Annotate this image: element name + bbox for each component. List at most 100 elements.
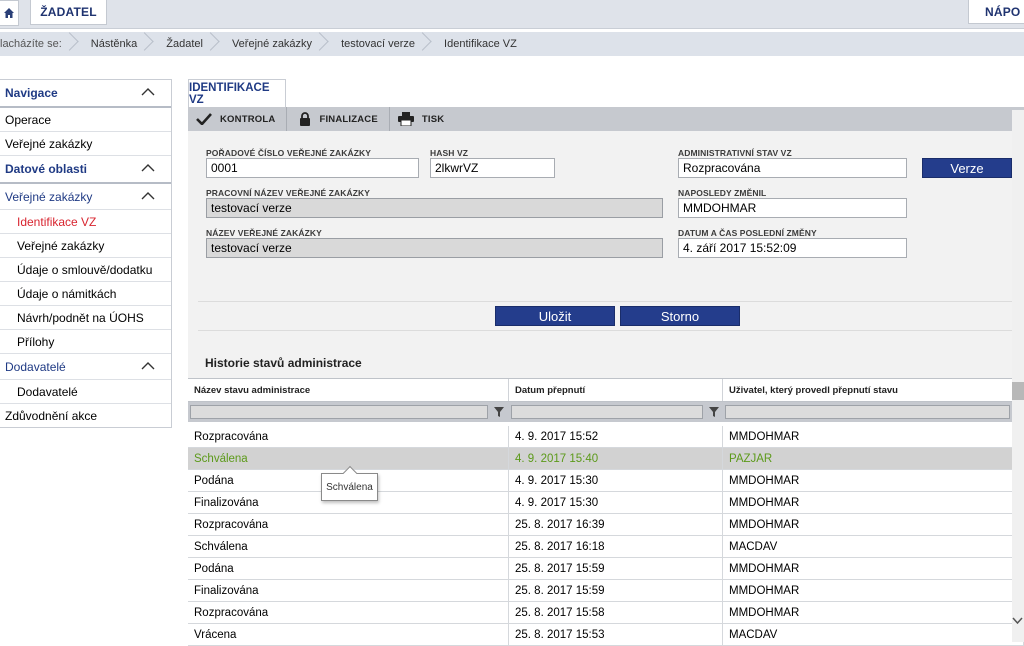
tisk-button[interactable]: TISK [390, 107, 455, 131]
finalizace-label: FINALIZACE [319, 113, 378, 125]
vertical-scrollbar[interactable] [1012, 110, 1024, 642]
verze-button[interactable]: Verze [922, 158, 1012, 178]
breadcrumb: lacházíte se: Nástěnka Žadatel Veřejné z… [0, 32, 1024, 56]
poradove-cislo-field[interactable]: 0001 [206, 158, 419, 178]
cell-uzivatel: MMDOHMAR [723, 580, 1024, 601]
table-row[interactable]: Rozpracována 25. 8. 2017 16:39 MMDOHMAR [188, 514, 1024, 536]
table-row[interactable]: Rozpracována 25. 8. 2017 15:58 MMDOHMAR [188, 602, 1024, 624]
hash-vz-label: HASH VZ [430, 148, 469, 158]
sidebar-item-operace[interactable]: Operace [0, 108, 171, 132]
sidebar-group-label: Veřejné zakázky [5, 189, 93, 204]
nazev-vz-field[interactable]: testovací verze [206, 238, 663, 258]
filter-icon[interactable] [708, 406, 720, 418]
filter-cell [723, 402, 1024, 422]
sidebar-item-navrh-podnet[interactable]: Návrh/podnět na ÚOHS [0, 306, 171, 330]
cell-stav: Podána [188, 558, 509, 579]
checkmark-icon [196, 113, 212, 125]
pracovni-nazev-label: PRACOVNÍ NÁZEV VEŘEJNÉ ZAKÁZKY [206, 188, 371, 198]
datum-zmeny-label: DATUM A ČAS POSLEDNÍ ZMĚNY [678, 228, 817, 238]
home-button[interactable] [0, 0, 19, 26]
ulozit-button[interactable]: Uložit [495, 306, 615, 326]
table-row[interactable]: Vrácena 25. 8. 2017 15:53 MACDAV [188, 624, 1024, 646]
breadcrumb-item-identifikace-vz[interactable]: Identifikace VZ [433, 32, 535, 56]
filter-cell [188, 402, 509, 422]
tooltip: Schválena [321, 473, 378, 501]
cell-uzivatel: PAZJAR [723, 448, 1024, 469]
breadcrumb-item-nastenka[interactable]: Nástěnka [80, 32, 155, 56]
cell-datum: 25. 8. 2017 16:18 [509, 536, 723, 557]
filter-input-datum[interactable] [511, 405, 703, 419]
printer-icon [397, 112, 414, 126]
cell-datum: 25. 8. 2017 15:58 [509, 602, 723, 623]
naposledy-zmenil-field[interactable]: MMDOHMAR [678, 198, 907, 218]
chevron-up-icon[interactable] [141, 85, 155, 99]
tab-identifikace-vz[interactable]: IDENTIFIKACE VZ [188, 79, 286, 107]
sidebar-item-udaje-o-smlouve[interactable]: Údaje o smlouvě/dodatku [0, 258, 171, 282]
cell-datum: 4. 9. 2017 15:52 [509, 426, 723, 447]
table-row[interactable]: Finalizována 4. 9. 2017 15:30 MMDOHMAR [188, 492, 1024, 514]
poradove-cislo-label: POŘADOVÉ ČÍSLO VEŘEJNÉ ZAKÁZKY [206, 148, 371, 158]
filter-input-nazev[interactable] [190, 405, 488, 419]
cell-stav: Rozpracována [188, 602, 509, 623]
finalizace-button[interactable]: FINALIZACE [287, 107, 390, 131]
filter-icon[interactable] [493, 406, 505, 418]
breadcrumb-item-verejne-zakazky[interactable]: Veřejné zakázky [221, 32, 330, 56]
table-row[interactable]: Podána 25. 8. 2017 15:59 MMDOHMAR [188, 558, 1024, 580]
breadcrumb-prefix: lacházíte se: [0, 32, 80, 56]
sidebar-item-prilohy[interactable]: Přílohy [0, 330, 171, 354]
action-toolbar: KONTROLA FINALIZACE TISK [188, 107, 1024, 131]
storno-button[interactable]: Storno [620, 306, 740, 326]
kontrola-button[interactable]: KONTROLA [188, 107, 288, 131]
filter-input-uzivatel[interactable] [725, 405, 1010, 419]
chevron-up-icon[interactable] [141, 161, 155, 175]
sidebar-item-zduvodneni-akce[interactable]: Zdůvodnění akce [0, 404, 171, 427]
chevron-up-icon[interactable] [141, 189, 155, 203]
breadcrumb-item-testovaci-verze[interactable]: testovací verze [330, 32, 433, 56]
table-row[interactable]: Rozpracována 4. 9. 2017 15:52 MMDOHMAR [188, 426, 1024, 448]
zadatel-button[interactable]: ŽADATEL [30, 0, 107, 25]
table-row[interactable]: Finalizována 25. 8. 2017 15:59 MMDOHMAR [188, 580, 1024, 602]
column-header-nazev-stavu[interactable]: Název stavu administrace [188, 379, 509, 401]
admin-stav-field[interactable]: Rozpracována [678, 158, 907, 178]
sidebar-section-label: Datové oblasti [5, 162, 88, 176]
column-header-uzivatel[interactable]: Uživatel, který provedl přepnutí stavu [723, 379, 1024, 401]
divider [198, 301, 1014, 302]
sidebar-section-datove-oblasti[interactable]: Datové oblasti [0, 156, 171, 184]
cell-uzivatel: MMDOHMAR [723, 602, 1024, 623]
sidebar-item-verejne-zakazky-sub[interactable]: Veřejné zakázky [0, 234, 171, 258]
cell-datum: 25. 8. 2017 15:59 [509, 558, 723, 579]
table-header: Název stavu administrace Datum přepnutí … [188, 378, 1024, 402]
lock-icon [300, 112, 311, 126]
help-button[interactable]: NÁPO [968, 0, 1024, 24]
column-header-datum-prepnuti[interactable]: Datum přepnutí [509, 379, 723, 401]
breadcrumb-item-zadatel[interactable]: Žadatel [155, 32, 221, 56]
sidebar-item-identifikace-vz[interactable]: Identifikace VZ [0, 210, 171, 234]
sidebar-item-verejne-zakazky[interactable]: Veřejné zakázky [0, 132, 171, 156]
scrollbar-thumb[interactable] [1012, 382, 1024, 400]
home-icon [4, 8, 14, 18]
chevron-up-icon[interactable] [141, 359, 155, 373]
table-filter-row [188, 402, 1024, 422]
table-row-selected[interactable]: Schválena 4. 9. 2017 15:40 PAZJAR [188, 448, 1024, 470]
sidebar-group-verejne-zakazky[interactable]: Veřejné zakázky [0, 184, 171, 210]
cell-uzivatel: MACDAV [723, 536, 1024, 557]
sidebar-group-dodavatele[interactable]: Dodavatelé [0, 354, 171, 380]
kontrola-label: KONTROLA [220, 113, 276, 125]
cell-stav: Rozpracována [188, 426, 509, 447]
sidebar-section-navigace[interactable]: Navigace [0, 80, 171, 108]
scroll-down-arrow-icon[interactable] [1011, 614, 1024, 628]
datum-zmeny-field[interactable]: 4. září 2017 15:52:09 [678, 238, 907, 258]
nazev-vz-label: NÁZEV VEŘEJNÉ ZAKÁZKY [206, 228, 322, 238]
admin-stav-label: ADMINISTRATIVNÍ STAV VZ [678, 148, 792, 158]
sidebar-item-udaje-o-namitkach[interactable]: Údaje o námitkách [0, 282, 171, 306]
table-row[interactable]: Schválena 25. 8. 2017 16:18 MACDAV [188, 536, 1024, 558]
pracovni-nazev-field[interactable]: testovací verze [206, 198, 663, 218]
cell-datum: 25. 8. 2017 15:59 [509, 580, 723, 601]
sidebar-item-dodavatele[interactable]: Dodavatelé [0, 380, 171, 404]
table-body: Rozpracována 4. 9. 2017 15:52 MMDOHMAR Sch… [188, 426, 1024, 646]
table-row[interactable]: Podána 4. 9. 2017 15:30 MMDOHMAR [188, 470, 1024, 492]
main-panel: IDENTIFIKACE VZ KONTROLA FINALIZACE TISK… [188, 79, 1024, 646]
naposledy-zmenil-label: NAPOSLEDY ZMĚNIL [678, 188, 767, 198]
history-title: Historie stavů administrace [205, 356, 362, 370]
hash-vz-field[interactable]: 2lkwrVZ [430, 158, 555, 178]
